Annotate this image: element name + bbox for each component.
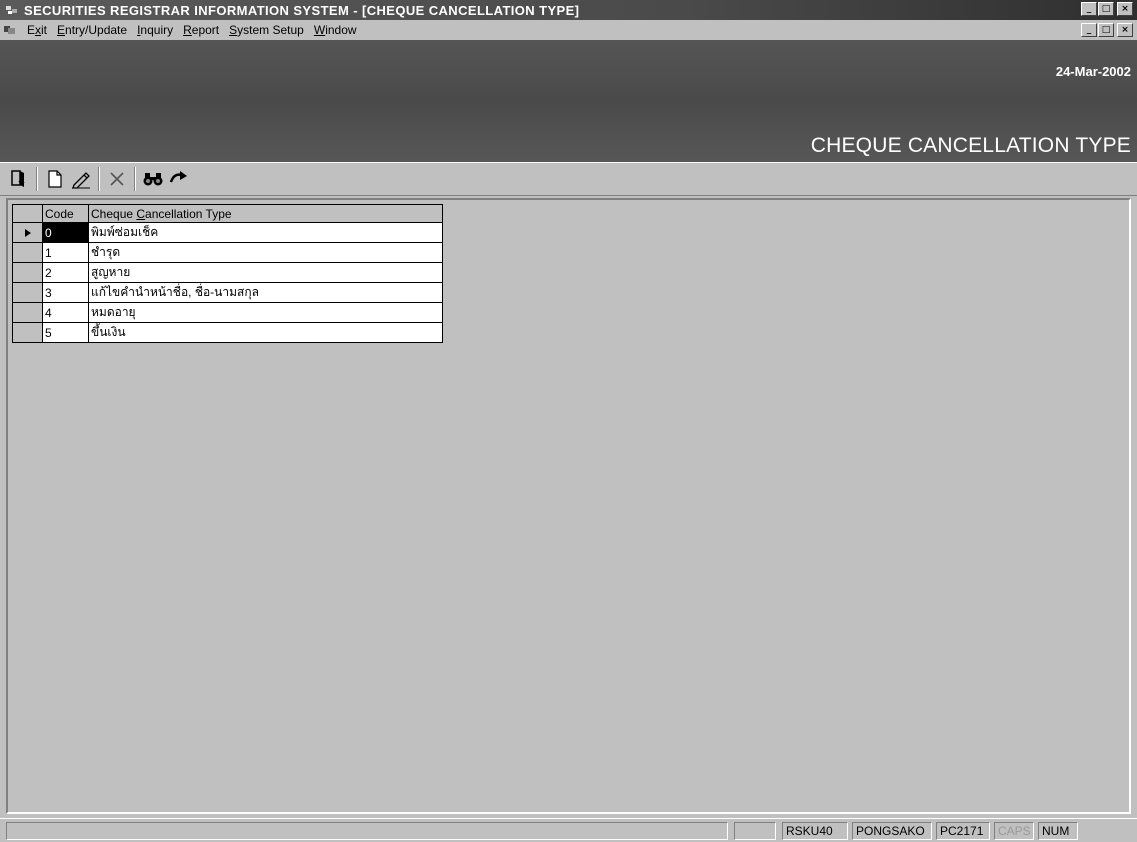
header-banner: 24-Mar-2002 CHEQUE CANCELLATION TYPE <box>0 40 1137 162</box>
client-area: Code Cheque Cancellation Type 0 พิมพ์ซ่อ… <box>6 198 1131 814</box>
menu-inquiry[interactable]: Inquiry <box>132 23 178 37</box>
window-controls: _ □ × <box>1080 2 1133 16</box>
toolbar <box>0 162 1137 196</box>
table-row[interactable]: 4 หมดอายุ <box>12 302 443 323</box>
table-row[interactable]: 1 ชำรุด <box>12 242 443 263</box>
cell-type[interactable]: พิมพ์ซ่อมเช็ค <box>88 222 443 243</box>
menu-window[interactable]: Window <box>309 23 362 37</box>
menu-report[interactable]: Report <box>178 23 224 37</box>
child-maximize-button[interactable]: □ <box>1098 23 1114 37</box>
child-window-controls: _ □ × <box>1080 23 1133 37</box>
status-user-code: RSKU40 <box>782 822 848 840</box>
row-selector[interactable] <box>12 222 43 243</box>
cell-code[interactable]: 5 <box>42 322 89 343</box>
cell-code[interactable]: 3 <box>42 282 89 303</box>
table-row[interactable]: 5 ขึ้นเงิน <box>12 322 443 343</box>
cell-type[interactable]: ขึ้นเงิน <box>88 322 443 343</box>
maximize-button[interactable]: □ <box>1098 2 1114 16</box>
window-title: SECURITIES REGISTRAR INFORMATION SYSTEM … <box>24 2 580 18</box>
document-icon[interactable] <box>2 23 18 37</box>
status-num-lock: NUM <box>1038 822 1078 840</box>
row-selector[interactable] <box>12 242 43 263</box>
minimize-button[interactable]: _ <box>1081 2 1097 16</box>
grid-corner[interactable] <box>12 204 43 223</box>
status-bar: RSKU40 PONGSAKO PC2171 CAPS NUM <box>0 818 1137 842</box>
cell-code[interactable]: 2 <box>42 262 89 283</box>
column-header-code[interactable]: Code <box>42 204 89 223</box>
cell-code[interactable]: 0 <box>42 222 89 243</box>
app-icon[interactable] <box>4 3 20 17</box>
toolbar-separator <box>98 167 100 191</box>
go-arrow-icon[interactable] <box>166 166 192 192</box>
title-bar: SECURITIES REGISTRAR INFORMATION SYSTEM … <box>0 0 1137 20</box>
row-selector[interactable] <box>12 282 43 303</box>
table-row[interactable]: 0 พิมพ์ซ่อมเช็ค <box>12 222 443 243</box>
row-selector[interactable] <box>12 302 43 323</box>
row-selector[interactable] <box>12 262 43 283</box>
screen-title: CHEQUE CANCELLATION TYPE <box>810 134 1131 157</box>
cell-type[interactable]: หมดอายุ <box>88 302 443 323</box>
table-row[interactable]: 3 แก้ไขคำนำหน้าชื่อ, ชื่อ-นามสกุล <box>12 282 443 303</box>
current-date: 24-Mar-2002 <box>1055 64 1131 79</box>
cell-type[interactable]: ชำรุด <box>88 242 443 263</box>
child-close-button[interactable]: × <box>1117 23 1133 37</box>
grid-header-row: Code Cheque Cancellation Type <box>12 204 443 223</box>
menu-system-setup[interactable]: System Setup <box>224 23 309 37</box>
current-row-arrow-icon <box>24 228 31 237</box>
status-message-pane <box>6 822 728 840</box>
close-button[interactable]: × <box>1117 2 1133 16</box>
edit-pencil-icon[interactable] <box>68 166 94 192</box>
child-minimize-button[interactable]: _ <box>1081 23 1097 37</box>
column-header-type[interactable]: Cheque Cancellation Type <box>88 204 443 223</box>
status-computer-name: PC2171 <box>936 822 990 840</box>
toolbar-separator <box>134 167 136 191</box>
cheque-cancellation-grid: Code Cheque Cancellation Type 0 พิมพ์ซ่อ… <box>12 204 443 343</box>
menu-exit[interactable]: Exit <box>22 23 52 37</box>
status-user-name: PONGSAKO <box>852 822 932 840</box>
new-document-icon[interactable] <box>42 166 68 192</box>
find-binoculars-icon[interactable] <box>140 166 166 192</box>
status-empty-pane <box>734 822 776 840</box>
status-caps-lock: CAPS <box>994 822 1034 840</box>
exit-door-icon[interactable] <box>6 166 32 192</box>
row-selector[interactable] <box>12 322 43 343</box>
cell-code[interactable]: 4 <box>42 302 89 323</box>
toolbar-separator <box>36 167 38 191</box>
table-row[interactable]: 2 สูญหาย <box>12 262 443 283</box>
menu-entry-update[interactable]: Entry/Update <box>52 23 132 37</box>
cell-code[interactable]: 1 <box>42 242 89 263</box>
menu-bar: Exit Entry/Update Inquiry Report System … <box>0 20 1137 40</box>
cell-type[interactable]: แก้ไขคำนำหน้าชื่อ, ชื่อ-นามสกุล <box>88 282 443 303</box>
delete-x-icon[interactable] <box>104 166 130 192</box>
cell-type[interactable]: สูญหาย <box>88 262 443 283</box>
